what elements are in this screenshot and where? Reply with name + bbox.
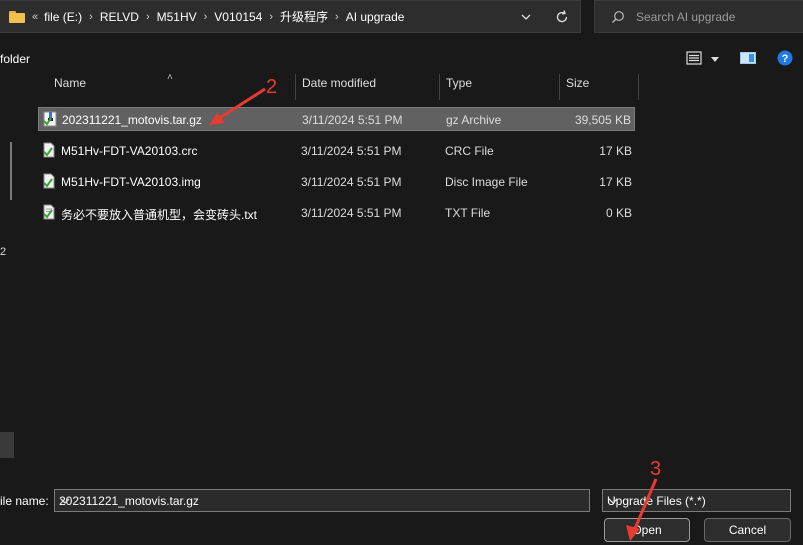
file-type: TXT File: [445, 206, 491, 220]
nav-item-selected[interactable]: [0, 432, 14, 458]
file-type: CRC File: [445, 144, 494, 158]
file-size: 39,505 KB: [574, 113, 631, 127]
column-header-size[interactable]: Size: [566, 76, 589, 100]
search-box[interactable]: Search AI upgrade: [594, 0, 803, 33]
breadcrumb-item[interactable]: M51HV: [157, 10, 197, 24]
file-size: 0 KB: [605, 206, 632, 220]
svg-text:?: ?: [782, 53, 789, 65]
file-name-label: ile name:: [0, 494, 49, 508]
address-bar[interactable]: « file (E:) › RELVD › M51HV › V010154 › …: [0, 0, 581, 33]
file-date: 3/11/2024 5:51 PM: [302, 113, 403, 127]
chevron-down-icon[interactable]: [710, 53, 720, 67]
folder-icon: [9, 10, 25, 23]
file-name: M51Hv-FDT-VA20103.crc: [61, 144, 198, 158]
file-row[interactable]: 202311221_motovis.tar.gz 3/11/2024 5:51 …: [38, 107, 635, 131]
file-name: 202311221_motovis.tar.gz: [62, 113, 202, 127]
chevron-right-icon: ›: [335, 10, 339, 23]
sort-ascending-icon: ˄: [167, 72, 173, 83]
file-type: gz Archive: [446, 113, 502, 127]
column-header-date[interactable]: Date modified: [302, 76, 376, 100]
chevron-down-icon[interactable]: [520, 11, 532, 26]
file-list[interactable]: [23, 74, 803, 484]
breadcrumb-item[interactable]: RELVD: [100, 10, 139, 24]
file-icon: [41, 173, 57, 192]
column-divider[interactable]: [439, 74, 440, 100]
file-size: 17 KB: [599, 144, 632, 158]
breadcrumb-overflow[interactable]: «: [32, 11, 38, 23]
refresh-icon[interactable]: [554, 9, 570, 28]
chevron-right-icon: ›: [145, 10, 150, 23]
archive-file-icon: [42, 111, 58, 130]
nav-item-label: 2: [0, 246, 7, 258]
file-type: Disc Image File: [445, 175, 528, 189]
view-options-icon[interactable]: [686, 51, 702, 68]
breadcrumb-item[interactable]: file (E:): [44, 10, 82, 24]
file-date: 3/11/2024 5:51 PM: [301, 175, 402, 189]
annotation-arrow-icon: [626, 478, 658, 541]
column-divider[interactable]: [295, 74, 296, 100]
breadcrumb-item-current[interactable]: AI upgrade: [346, 10, 405, 24]
file-row[interactable]: M51Hv-FDT-VA20103.img 3/11/2024 5:51 PM …: [38, 170, 635, 194]
column-divider[interactable]: [559, 74, 560, 100]
breadcrumb-item[interactable]: V010154: [214, 10, 262, 24]
navigation-pane[interactable]: [0, 74, 23, 484]
breadcrumb-item[interactable]: 升级程序: [280, 8, 328, 25]
column-divider[interactable]: [638, 74, 639, 100]
new-folder-button[interactable]: folder: [0, 52, 30, 66]
preview-pane-icon[interactable]: [740, 52, 756, 67]
command-bar: folder ?: [0, 44, 803, 74]
file-name-input[interactable]: 202311221_motovis.tar.gz: [54, 489, 590, 512]
cancel-button[interactable]: Cancel: [704, 518, 791, 542]
file-name: M51Hv-FDT-VA20103.img: [61, 175, 201, 189]
chevron-right-icon: ›: [89, 10, 93, 23]
file-date: 3/11/2024 5:51 PM: [301, 144, 402, 158]
search-icon: [611, 10, 625, 27]
help-icon[interactable]: ?: [777, 50, 793, 69]
file-name: 务必不要放入普通机型，会变砖头.txt: [61, 208, 258, 222]
text-file-icon: [41, 204, 57, 223]
file-row[interactable]: 务必不要放入普通机型，会变砖头.txt 3/11/2024 5:51 PM TX…: [38, 201, 635, 225]
column-header-type[interactable]: Type: [446, 76, 472, 100]
annotation-arrow-icon: [209, 87, 266, 125]
chevron-right-icon: ›: [203, 10, 208, 23]
file-icon: [41, 142, 57, 161]
search-placeholder: Search AI upgrade: [636, 10, 736, 24]
chevron-down-icon[interactable]: [59, 495, 585, 510]
file-size: 17 KB: [599, 175, 632, 189]
nav-scrollbar[interactable]: [10, 142, 12, 200]
file-date: 3/11/2024 5:51 PM: [301, 206, 402, 220]
file-row[interactable]: M51Hv-FDT-VA20103.crc 3/11/2024 5:51 PM …: [38, 139, 635, 163]
chevron-right-icon: ›: [269, 10, 274, 23]
column-header-name[interactable]: Name: [54, 76, 86, 100]
